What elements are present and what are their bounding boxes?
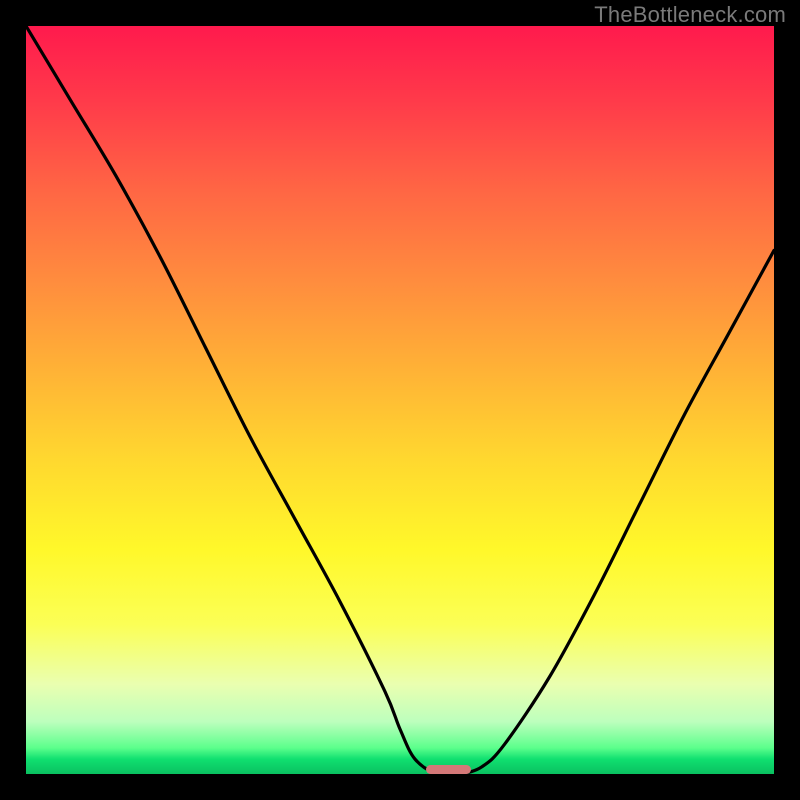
curve-svg — [26, 26, 774, 774]
plot-area — [26, 26, 774, 774]
watermark-text: TheBottleneck.com — [594, 2, 786, 28]
chart-frame: TheBottleneck.com — [0, 0, 800, 800]
curve-path — [26, 26, 774, 774]
minimum-marker — [426, 765, 471, 774]
